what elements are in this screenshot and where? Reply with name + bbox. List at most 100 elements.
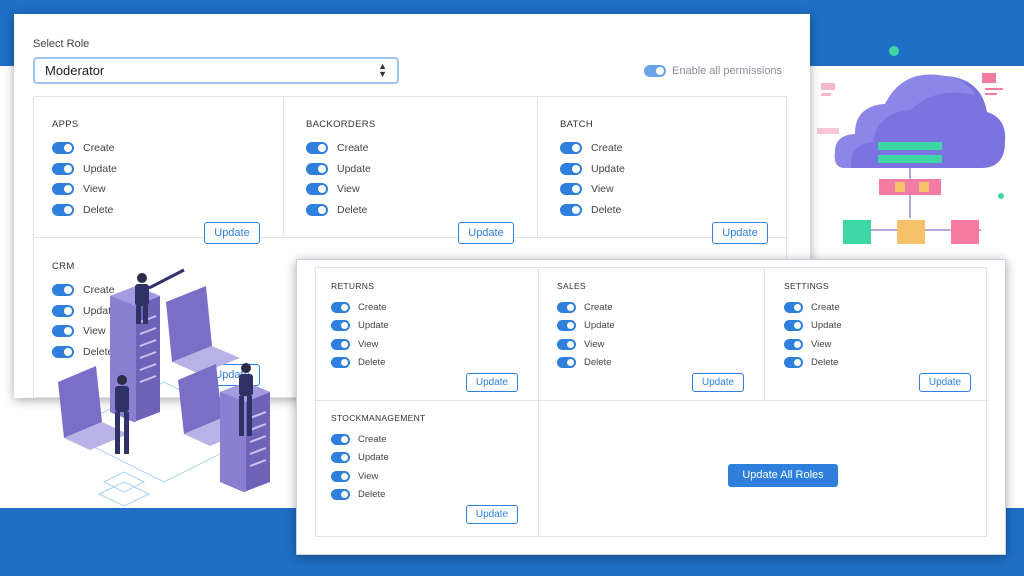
perm-label: Delete — [591, 203, 622, 216]
toggle-create[interactable] — [560, 142, 582, 155]
perm-row-delete[interactable]: Delete — [560, 200, 625, 221]
perm-row-delete[interactable]: Delete — [557, 354, 615, 373]
update-button-sales[interactable]: Update — [692, 373, 744, 392]
perm-label: Create — [337, 142, 369, 155]
perm-label: Create — [591, 142, 623, 155]
perm-row-update[interactable]: Update — [557, 317, 615, 336]
perm-row-create[interactable]: Create — [560, 138, 625, 159]
toggle-create[interactable] — [306, 142, 328, 155]
toggle-view[interactable] — [560, 183, 582, 196]
enable-all-toggle[interactable] — [644, 65, 666, 77]
toggle-view[interactable] — [784, 338, 803, 350]
perm-row-view[interactable]: View — [557, 335, 615, 354]
perm-row-create[interactable]: Create — [784, 298, 842, 317]
module-title: SALES — [557, 281, 586, 291]
perm-row-view[interactable]: View — [331, 335, 389, 354]
perm-label: View — [83, 183, 106, 196]
perm-row-view[interactable]: View — [306, 179, 376, 200]
module-card-batch: BATCH Create Update View Delete — [560, 119, 625, 220]
perm-row-delete[interactable]: Delete — [52, 200, 117, 221]
toggle-update[interactable] — [557, 320, 576, 332]
grid-divider — [538, 268, 539, 538]
toggle-view[interactable] — [331, 338, 350, 350]
perm-row-update[interactable]: Update — [52, 159, 117, 180]
perm-row-create[interactable]: Create — [331, 298, 389, 317]
module-title: STOCKMANAGEMENT — [331, 413, 426, 423]
perm-label: Delete — [584, 357, 612, 369]
perm-label: Delete — [358, 357, 386, 369]
update-button-settings[interactable]: Update — [919, 373, 971, 392]
toggle-update[interactable] — [331, 452, 350, 464]
grid-divider — [34, 237, 788, 238]
module-title: APPS — [52, 119, 79, 130]
role-permissions-panel-secondary: RETURNS Create Update View Delete Update… — [296, 259, 1006, 555]
perm-label: Create — [584, 301, 613, 313]
toggle-delete[interactable] — [306, 203, 328, 216]
module-card-apps: APPS Create Update View Delete — [52, 119, 117, 220]
perm-label: View — [591, 183, 614, 196]
toggle-view[interactable] — [52, 183, 74, 196]
perm-row-update[interactable]: Update — [560, 159, 625, 180]
toggle-delete[interactable] — [52, 203, 74, 216]
toggle-update[interactable] — [331, 320, 350, 332]
perm-label: Update — [811, 320, 842, 332]
perm-row-view[interactable]: View — [560, 179, 625, 200]
module-card-sales: SALES Create Update View Delete — [557, 281, 615, 372]
toggle-update[interactable] — [560, 162, 582, 175]
module-card-settings: SETTINGS Create Update View Delete — [784, 281, 842, 372]
perm-row-view[interactable]: View — [331, 467, 426, 486]
perm-row-view[interactable]: View — [52, 179, 117, 200]
perm-label: Create — [83, 142, 115, 155]
perm-row-update[interactable]: Update — [306, 159, 376, 180]
toggle-create[interactable] — [557, 301, 576, 313]
toggle-update[interactable] — [306, 162, 328, 175]
perm-row-delete[interactable]: Delete — [331, 486, 426, 505]
toggle-delete[interactable] — [784, 357, 803, 369]
toggle-create[interactable] — [331, 301, 350, 313]
perm-label: Delete — [337, 203, 368, 216]
toggle-update[interactable] — [52, 162, 74, 175]
perm-row-create[interactable]: Create — [331, 430, 426, 449]
perm-row-delete[interactable]: Delete — [331, 354, 389, 373]
update-button-apps[interactable]: Update — [204, 222, 260, 244]
grid-divider — [764, 268, 765, 400]
toggle-delete[interactable] — [331, 489, 350, 501]
toggle-view[interactable] — [557, 338, 576, 350]
modules-grid-secondary: RETURNS Create Update View Delete Update… — [315, 267, 988, 538]
perm-row-delete[interactable]: Delete — [784, 354, 842, 373]
module-card-returns: RETURNS Create Update View Delete — [331, 281, 389, 372]
toggle-delete[interactable] — [557, 357, 576, 369]
toggle-update[interactable] — [784, 320, 803, 332]
cloud-network-illustration — [817, 46, 1006, 244]
perm-label: Update — [358, 452, 389, 464]
update-all-roles-button[interactable]: Update All Roles — [728, 464, 838, 487]
perm-row-update[interactable]: Update — [331, 317, 389, 336]
toggle-delete[interactable] — [331, 357, 350, 369]
perm-row-create[interactable]: Create — [557, 298, 615, 317]
module-title: RETURNS — [331, 281, 375, 291]
enable-all-label: Enable all permissions — [672, 65, 783, 77]
grid-divider — [537, 97, 538, 237]
perm-row-delete[interactable]: Delete — [306, 200, 376, 221]
perm-row-update[interactable]: Update — [331, 449, 426, 468]
update-button-stockmanagement[interactable]: Update — [466, 505, 518, 524]
perm-row-view[interactable]: View — [784, 335, 842, 354]
enable-all-permissions[interactable]: Enable all permissions — [644, 65, 782, 77]
grid-divider — [316, 400, 988, 401]
toggle-view[interactable] — [331, 470, 350, 482]
perm-row-update[interactable]: Update — [784, 317, 842, 336]
perm-label: Create — [358, 301, 387, 313]
team-servers-illustration — [58, 268, 270, 507]
toggle-delete[interactable] — [560, 203, 582, 216]
update-button-returns[interactable]: Update — [466, 373, 518, 392]
perm-row-create[interactable]: Create — [306, 138, 376, 159]
toggle-create[interactable] — [52, 142, 74, 155]
update-button-batch[interactable]: Update — [712, 222, 768, 244]
toggle-create[interactable] — [784, 301, 803, 313]
toggle-view[interactable] — [306, 183, 328, 196]
update-button-backorders[interactable]: Update — [458, 222, 514, 244]
perm-row-create[interactable]: Create — [52, 138, 117, 159]
role-select[interactable]: Moderator ▲ ▼ — [33, 57, 399, 84]
perm-label: View — [337, 183, 360, 196]
toggle-create[interactable] — [331, 433, 350, 445]
